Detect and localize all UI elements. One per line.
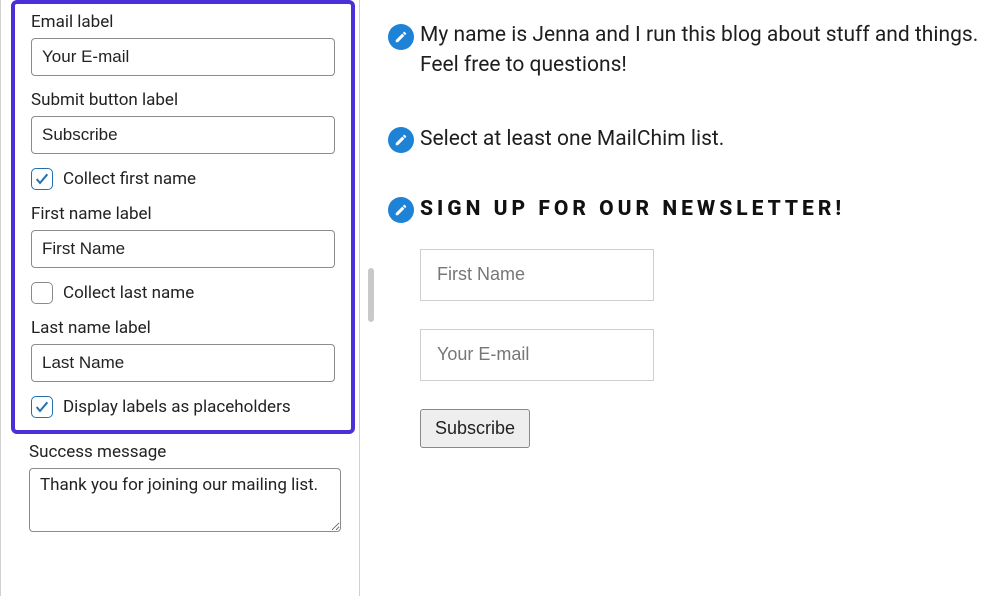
first-name-label-title: First name label xyxy=(31,204,335,224)
last-name-label-input[interactable] xyxy=(31,344,335,382)
highlighted-settings-group: Email label Submit button label Collect … xyxy=(11,0,355,434)
success-message-input[interactable] xyxy=(29,468,341,532)
edit-icon[interactable] xyxy=(388,127,414,153)
widget-settings-panel: Email label Submit button label Collect … xyxy=(0,0,360,596)
scrollbar-thumb[interactable] xyxy=(368,268,374,322)
newsletter-title: Sign up for our newsletter! xyxy=(420,197,1003,221)
collect-first-name-checkbox[interactable] xyxy=(31,168,53,190)
email-preview-input[interactable] xyxy=(420,329,654,381)
email-label-title: Email label xyxy=(31,12,335,32)
display-placeholders-label: Display labels as placeholders xyxy=(63,397,291,417)
submit-label-input[interactable] xyxy=(31,116,335,154)
edit-icon[interactable] xyxy=(388,197,414,223)
collect-last-name-checkbox[interactable] xyxy=(31,282,53,304)
success-message-title: Success message xyxy=(29,442,341,462)
display-placeholders-checkbox[interactable] xyxy=(31,396,53,418)
last-name-label-title: Last name label xyxy=(31,318,335,338)
subscribe-button[interactable]: Subscribe xyxy=(420,409,530,448)
warning-block: Select at least one MailChim list. xyxy=(384,127,1003,151)
bio-text: My name is Jenna and I run this blog abo… xyxy=(420,20,1003,81)
submit-label-title: Submit button label xyxy=(31,90,335,110)
collect-first-name-label: Collect first name xyxy=(63,169,196,189)
first-name-preview-input[interactable] xyxy=(420,249,654,301)
scroll-gutter xyxy=(360,0,384,596)
email-label-input[interactable] xyxy=(31,38,335,76)
newsletter-block: Sign up for our newsletter! Subscribe xyxy=(384,197,1003,448)
bio-block: My name is Jenna and I run this blog abo… xyxy=(384,20,1003,81)
page-preview: My name is Jenna and I run this blog abo… xyxy=(384,0,1003,596)
warning-text: Select at least one MailChim list. xyxy=(420,127,1003,151)
first-name-label-input[interactable] xyxy=(31,230,335,268)
collect-last-name-label: Collect last name xyxy=(63,283,194,303)
edit-icon[interactable] xyxy=(388,24,414,50)
